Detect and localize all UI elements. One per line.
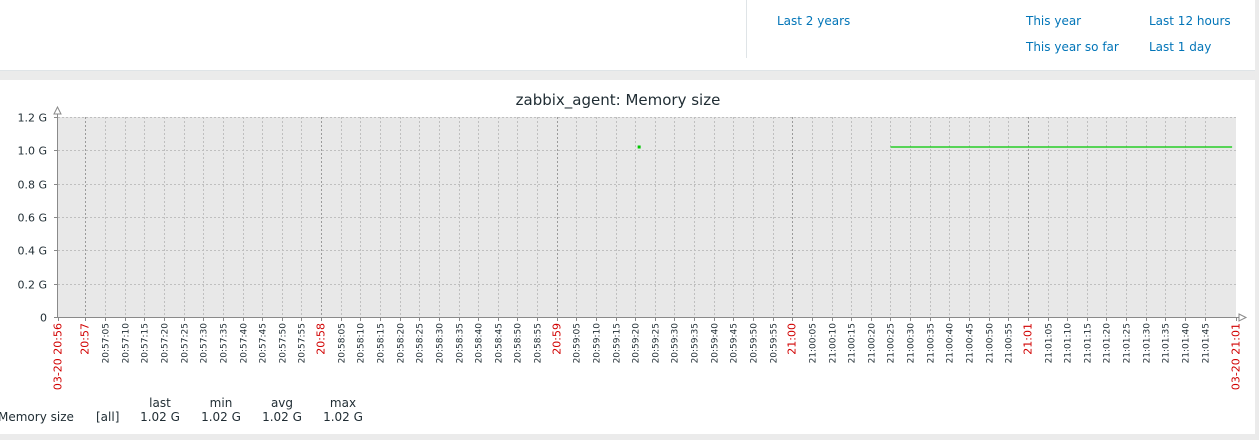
x-tick-label: 21:00:40 xyxy=(946,323,956,364)
x-tick-label: 20:59:40 xyxy=(711,323,721,364)
memory-size-graph[interactable]: 0 0.2 G 0.4 G 0.6 G 0.8 G 1.0 G 1.2 G 03-20 20… xyxy=(0,80,1255,434)
x-tick-label: 20:57:40 xyxy=(240,323,250,364)
x-major-tick-label: 21:00 xyxy=(786,323,799,355)
x-tick-label: 21:00:05 xyxy=(809,323,819,363)
x-tick-label: 20:58:50 xyxy=(514,323,524,364)
x-tick-label: 20:58:15 xyxy=(377,323,387,363)
x-tick-label: 21:01:40 xyxy=(1182,323,1192,364)
x-tick-label: 20:57:45 xyxy=(259,323,269,363)
x-major-tick-label: 03-20 20:56 xyxy=(52,323,65,390)
x-major-tick-label: 20:58 xyxy=(315,323,328,355)
y-tick-label: 0 xyxy=(40,312,47,325)
x-tick-label: 21:00:35 xyxy=(927,323,937,363)
y-tick-label: 1.0 G xyxy=(17,145,47,158)
y-tick-label: 0.8 G xyxy=(17,179,47,192)
x-major-tick-label: 20:57 xyxy=(79,323,92,355)
x-tick-label: 21:01:10 xyxy=(1064,323,1074,364)
x-tick-label: 21:00:10 xyxy=(829,323,839,364)
time-link-last-12-hours[interactable]: Last 12 hours xyxy=(1149,14,1231,28)
x-major-tick-label: 03-20 21:01 xyxy=(1230,323,1243,390)
legend-item-function: [all] xyxy=(96,410,119,424)
x-tick-label: 20:57:05 xyxy=(102,323,112,363)
x-major-tick-label: 21:01 xyxy=(1022,323,1035,355)
x-tick-label: 21:00:20 xyxy=(868,323,878,364)
x-tick-label: 21:00:55 xyxy=(1005,323,1015,363)
legend-header-last: last xyxy=(149,396,171,410)
x-tick-label: 20:58:40 xyxy=(475,323,485,364)
legend-item-name: Memory size xyxy=(0,410,74,424)
x-tick-label: 20:57:20 xyxy=(161,323,171,364)
legend-header-max: max xyxy=(330,396,356,410)
y-tick-label: 1.2 G xyxy=(17,112,47,125)
x-tick-label: 20:58:10 xyxy=(357,323,367,364)
legend-value-max: 1.02 G xyxy=(323,410,363,424)
x-tick-label: 20:59:50 xyxy=(750,323,760,364)
x-tick-label: 21:01:05 xyxy=(1045,323,1055,363)
x-tick-label: 21:01:15 xyxy=(1084,323,1094,363)
x-tick-label: 20:59:20 xyxy=(632,323,642,364)
x-tick-label: 21:01:35 xyxy=(1162,323,1172,363)
x-tick-label: 21:01:25 xyxy=(1123,323,1133,363)
x-tick-label: 20:58:05 xyxy=(338,323,348,363)
panel-divider xyxy=(746,0,747,58)
legend-header-avg: avg xyxy=(271,396,293,410)
x-tick-label: 20:58:30 xyxy=(436,323,446,364)
x-axis-arrow xyxy=(1238,313,1248,322)
time-link-last-1-day[interactable]: Last 1 day xyxy=(1149,40,1211,54)
x-tick-label: 21:00:50 xyxy=(986,323,996,364)
x-tick-label: 20:57:50 xyxy=(279,323,289,364)
x-tick-label: 20:58:45 xyxy=(495,323,505,363)
x-tick-label: 20:57:30 xyxy=(200,323,210,364)
x-axis-ticks: 03-20 20:56 20:57 20:57:05 20:57:10 20:57:15… xyxy=(52,317,1243,390)
time-link-last-2-years[interactable]: Last 2 years xyxy=(777,14,850,28)
x-tick-label: 21:00:30 xyxy=(907,323,917,364)
x-tick-label: 20:59:45 xyxy=(730,323,740,363)
legend-value-last: 1.02 G xyxy=(140,410,180,424)
x-tick-label: 21:01:20 xyxy=(1103,323,1113,364)
legend-value-min: 1.02 G xyxy=(201,410,241,424)
legend: last min avg max Memory size [all] 1.02 … xyxy=(0,396,363,424)
x-tick-label: 20:59:30 xyxy=(671,323,681,364)
legend-value-avg: 1.02 G xyxy=(262,410,302,424)
y-tick-label: 0.2 G xyxy=(17,279,47,292)
x-tick-label: 20:58:35 xyxy=(456,323,466,363)
x-tick-label: 21:01:45 xyxy=(1202,323,1212,363)
y-tick-label: 0.4 G xyxy=(17,245,47,258)
x-tick-label: 20:58:55 xyxy=(534,323,544,363)
x-tick-label: 21:01:30 xyxy=(1143,323,1153,364)
x-tick-label: 20:59:25 xyxy=(652,323,662,363)
x-tick-label: 20:59:10 xyxy=(593,323,603,364)
x-tick-label: 20:58:25 xyxy=(416,323,426,363)
x-tick-label: 20:59:15 xyxy=(613,323,623,363)
time-link-this-year[interactable]: This year xyxy=(1026,14,1081,28)
x-tick-label: 20:59:35 xyxy=(691,323,701,363)
series-point xyxy=(637,145,641,149)
time-period-panel: Last 2 years This year This year so far … xyxy=(0,0,1255,71)
x-tick-label: 21:00:45 xyxy=(966,323,976,363)
x-tick-label: 20:58:20 xyxy=(397,323,407,364)
legend-header-min: min xyxy=(210,396,233,410)
x-tick-label: 20:57:25 xyxy=(181,323,191,363)
time-link-this-year-so-far[interactable]: This year so far xyxy=(1026,40,1119,54)
x-tick-label: 21:00:25 xyxy=(887,323,897,363)
y-axis-arrow xyxy=(53,105,62,115)
chart-title: zabbix_agent: Memory size xyxy=(516,91,721,110)
x-tick-label: 20:57:15 xyxy=(141,323,151,363)
x-tick-label: 20:59:55 xyxy=(770,323,780,363)
y-axis-ticks: 0 0.2 G 0.4 G 0.6 G 0.8 G 1.0 G 1.2 G xyxy=(17,112,58,325)
x-major-tick-label: 20:59 xyxy=(551,323,564,355)
x-tick-label: 20:57:10 xyxy=(122,323,132,364)
x-tick-label: 20:59:05 xyxy=(573,323,583,363)
x-tick-label: 20:57:35 xyxy=(220,323,230,363)
x-tick-label: 21:00:15 xyxy=(848,323,858,363)
graph-panel: 0 0.2 G 0.4 G 0.6 G 0.8 G 1.0 G 1.2 G 03-20 20… xyxy=(0,80,1255,434)
y-tick-label: 0.6 G xyxy=(17,212,47,225)
x-tick-label: 20:57:55 xyxy=(298,323,308,363)
